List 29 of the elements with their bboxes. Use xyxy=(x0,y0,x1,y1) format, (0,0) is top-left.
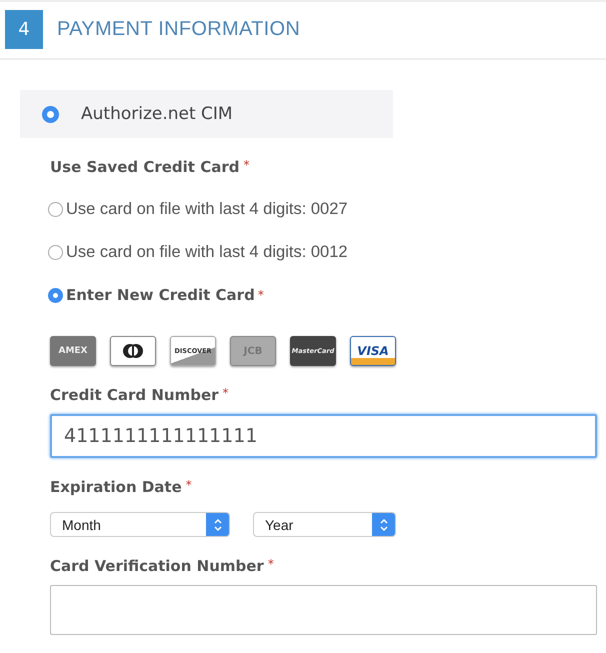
field-label: Credit Card Number xyxy=(50,386,219,404)
up-down-arrows-icon xyxy=(212,518,222,532)
payment-method-label: Authorize.net CIM xyxy=(81,104,233,124)
required-mark: * xyxy=(243,158,250,172)
section-title: PAYMENT INFORMATION xyxy=(57,18,300,41)
up-down-arrows-icon xyxy=(378,518,388,532)
radio-button[interactable] xyxy=(48,245,63,260)
dropdown[interactable]: Year xyxy=(253,512,396,537)
card-logo xyxy=(110,336,156,366)
card-number-field[interactable]: 4111111111111111 xyxy=(50,414,597,458)
cvn-field[interactable] xyxy=(50,585,597,635)
card-logo: VISA xyxy=(350,336,396,366)
field-label: Use Saved Credit Card xyxy=(50,158,240,176)
option-label: Use card on file with last 4 digits: 0027 xyxy=(66,200,348,219)
required-mark: * xyxy=(186,478,192,492)
radio-button[interactable] xyxy=(48,288,63,302)
radio-button[interactable] xyxy=(48,202,63,217)
field-label: Expiration Date xyxy=(50,478,182,496)
option-label: Enter New Credit Card xyxy=(66,286,255,304)
payment-method-option[interactable]: Authorize.net CIM xyxy=(20,90,393,138)
required-mark: * xyxy=(222,386,229,400)
step-number: 4 xyxy=(5,10,43,49)
required-mark: * xyxy=(258,288,264,302)
required-mark: * xyxy=(268,557,274,571)
radio-button[interactable] xyxy=(42,106,59,122)
card-logo: AMEX xyxy=(50,336,96,366)
field-label: Card Verification Number xyxy=(50,557,264,575)
dropdown[interactable]: Month xyxy=(50,512,230,537)
option-label: Use card on file with last 4 digits: 0012 xyxy=(66,243,348,262)
